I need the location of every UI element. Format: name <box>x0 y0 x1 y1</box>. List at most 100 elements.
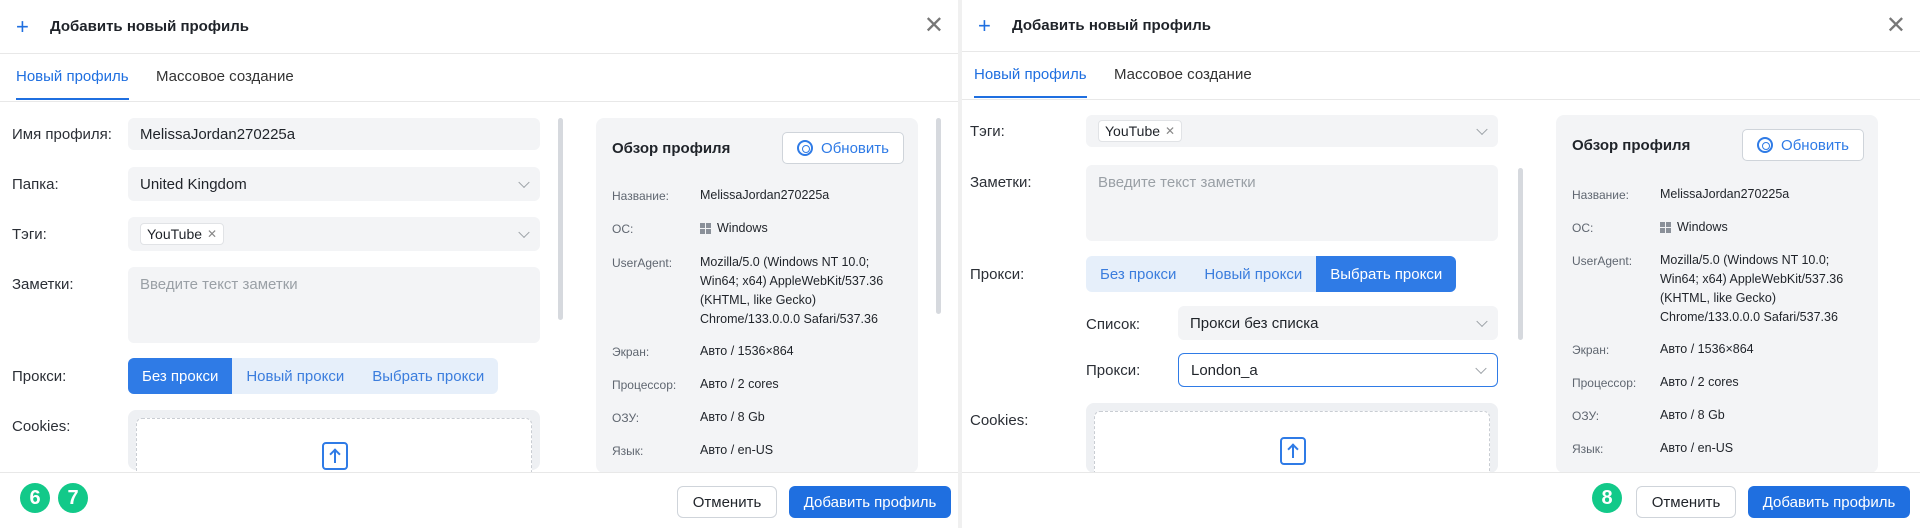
proxy-select-option[interactable]: Выбрать прокси <box>358 358 498 394</box>
overview-key: UserAgent: <box>1572 254 1633 268</box>
useragent-line: Win64; x64) AppleWebKit/537.36 <box>1660 272 1844 286</box>
overview-key: ОЗУ: <box>612 411 640 425</box>
add-profile-button[interactable]: Добавить профиль <box>1748 486 1910 518</box>
overview-key: Экран: <box>1572 343 1610 357</box>
remove-tag-icon[interactable]: ✕ <box>1165 124 1175 138</box>
close-icon[interactable]: ✕ <box>1886 14 1906 38</box>
notes-placeholder: Введите текст заметки <box>1098 174 1256 191</box>
os-value: Windows <box>1677 220 1728 234</box>
overview-value: Авто / 2 cores <box>1660 375 1739 389</box>
proxy-select-value: London_a <box>1191 361 1258 379</box>
tab-new-profile[interactable]: Новый профиль <box>974 66 1087 98</box>
overview-key: Экран: <box>612 345 650 359</box>
cookies-label: Cookies: <box>970 412 1029 429</box>
profile-overview: Обзор профиля Обновить Название: Melissa… <box>596 118 918 473</box>
notes-textarea[interactable]: Введите текст заметки <box>1086 165 1498 241</box>
upload-icon <box>322 442 348 470</box>
proxy-list-select[interactable]: Прокси без списка <box>1178 306 1498 340</box>
overview-key: Процессор: <box>1572 376 1637 390</box>
refresh-button[interactable]: Обновить <box>782 132 904 164</box>
cookies-dropzone[interactable] <box>128 410 540 490</box>
notes-placeholder: Введите текст заметки <box>140 276 298 293</box>
overview-scrollbar[interactable] <box>936 118 941 314</box>
tab-bar: Новый профиль Массовое создание <box>0 54 958 102</box>
overview-title: Обзор профиля <box>1572 137 1691 154</box>
proxy-mode-switch: Без прокси Новый прокси Выбрать прокси <box>128 358 499 394</box>
step-badge: 6 <box>20 483 50 513</box>
useragent-line: Mozilla/5.0 (Windows NT 10.0; <box>1660 253 1830 267</box>
proxy-select[interactable]: London_a <box>1178 353 1498 387</box>
tags-select[interactable]: YouTube ✕ <box>128 217 540 251</box>
plus-icon: + <box>16 13 29 39</box>
useragent-value: Mozilla/5.0 (Windows NT 10.0; Win64; x64… <box>1660 251 1843 327</box>
overview-key: Язык: <box>1572 442 1604 456</box>
overview-value: Авто / en-US <box>700 443 774 457</box>
step-badge: 8 <box>1592 483 1622 513</box>
overview-value: Авто / 1536×864 <box>1660 342 1754 356</box>
overview-key: Название: <box>1572 188 1629 202</box>
proxy-new-option[interactable]: Новый прокси <box>1190 256 1316 292</box>
dialog-right: + Добавить новый профиль ✕ Новый профиль… <box>962 0 1920 528</box>
os-value: Windows <box>717 221 768 235</box>
overview-key: Название: <box>612 189 669 203</box>
form-scrollbar[interactable] <box>558 118 563 320</box>
profile-name-value: MelissaJordan270225a <box>140 125 296 143</box>
folder-select[interactable]: United Kingdom <box>128 167 540 201</box>
proxy-none-option[interactable]: Без прокси <box>128 358 233 394</box>
dialog-footer: 6 7 Отменить Добавить профиль <box>0 472 958 528</box>
profile-name-label: Имя профиля: <box>12 126 112 143</box>
proxy-list-value: Прокси без списка <box>1190 314 1319 332</box>
tags-select[interactable]: YouTube ✕ <box>1086 115 1498 147</box>
refresh-button[interactable]: Обновить <box>1742 129 1864 161</box>
chevron-down-icon <box>518 226 530 239</box>
tab-bulk-create[interactable]: Массовое создание <box>156 68 294 85</box>
useragent-line: Chrome/133.0.0.0 Safari/537.36 <box>1660 310 1838 324</box>
cancel-button[interactable]: Отменить <box>1636 486 1736 518</box>
useragent-line: Chrome/133.0.0.0 Safari/537.36 <box>700 312 878 326</box>
proxy-mode-switch: Без прокси Новый прокси Выбрать прокси <box>1086 256 1457 292</box>
overview-key: Процессор: <box>612 378 677 392</box>
tags-label: Тэги: <box>970 123 1005 140</box>
plus-icon: + <box>978 12 991 38</box>
tab-bulk-create[interactable]: Массовое создание <box>1114 66 1252 83</box>
fingerprint-icon <box>797 140 814 156</box>
step-badge: 7 <box>58 483 88 513</box>
tag-chip: YouTube ✕ <box>140 223 225 245</box>
overview-os-value: Windows <box>1660 218 1728 237</box>
overview-os-value: Windows <box>700 219 768 238</box>
overview-key: ОС: <box>1572 221 1594 235</box>
upload-icon <box>1280 437 1306 465</box>
form-scrollbar[interactable] <box>1518 168 1523 340</box>
overview-value: Авто / 2 cores <box>700 377 779 391</box>
overview-value: Авто / en-US <box>1660 441 1734 455</box>
chevron-down-icon <box>1476 123 1488 136</box>
useragent-line: (KHTML, like Gecko) <box>700 293 816 307</box>
cookies-dropzone[interactable] <box>1086 403 1498 493</box>
tab-new-profile[interactable]: Новый профиль <box>16 68 129 100</box>
windows-icon <box>700 223 711 235</box>
cancel-button[interactable]: Отменить <box>677 486 777 518</box>
refresh-label: Обновить <box>821 139 889 157</box>
profile-name-input[interactable]: MelissaJordan270225a <box>128 118 540 150</box>
proxy-label: Прокси: <box>12 368 67 385</box>
close-icon[interactable]: ✕ <box>924 14 944 38</box>
overview-value: Авто / 8 Gb <box>1660 408 1725 422</box>
add-profile-button[interactable]: Добавить профиль <box>789 486 951 518</box>
folder-value: United Kingdom <box>140 175 247 193</box>
tags-label: Тэги: <box>12 226 47 243</box>
chevron-down-icon <box>1475 362 1487 375</box>
tag-chip: YouTube ✕ <box>1098 120 1183 142</box>
overview-key: Язык: <box>612 444 644 458</box>
refresh-label: Обновить <box>1781 136 1849 154</box>
proxy-new-option[interactable]: Новый прокси <box>232 358 358 394</box>
overview-title: Обзор профиля <box>612 140 731 157</box>
proxy-select-option[interactable]: Выбрать прокси <box>1316 256 1457 292</box>
notes-textarea[interactable]: Введите текст заметки <box>128 267 540 343</box>
useragent-line: Mozilla/5.0 (Windows NT 10.0; <box>700 255 870 269</box>
dialog-title: Добавить новый профиль <box>1012 17 1211 34</box>
proxy-select-label: Прокси: <box>1086 362 1141 379</box>
remove-tag-icon[interactable]: ✕ <box>207 227 217 241</box>
fingerprint-icon <box>1757 137 1774 153</box>
overview-value: MelissaJordan270225a <box>1660 187 1790 201</box>
proxy-none-option[interactable]: Без прокси <box>1086 256 1190 292</box>
